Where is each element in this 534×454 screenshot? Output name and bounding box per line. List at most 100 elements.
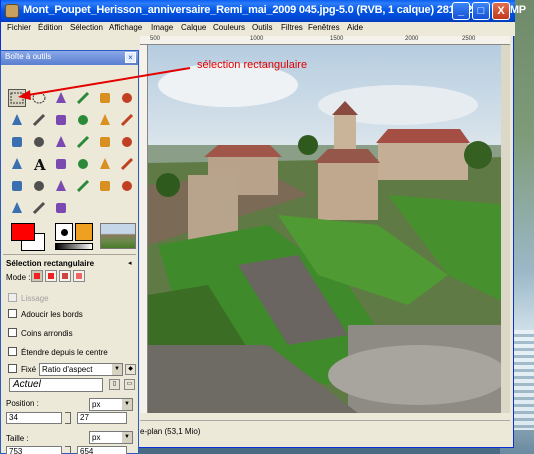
position-y-input[interactable]: 27 (77, 412, 127, 424)
bucket-fill-icon[interactable] (52, 155, 70, 173)
blur-icon[interactable] (8, 199, 26, 217)
position-unit-select[interactable]: px ▼ (89, 398, 133, 411)
rect-select-icon[interactable] (8, 89, 26, 107)
zoom-icon[interactable] (74, 111, 92, 129)
close-button[interactable]: X (492, 2, 510, 20)
menubar: Fichier Édition Sélection Affichage Imag… (1, 22, 515, 36)
menu-outils[interactable]: Outils (252, 23, 272, 32)
fuzzy-select-icon[interactable] (74, 89, 92, 107)
shear-icon[interactable] (96, 133, 114, 151)
annotation-label: sélection rectangulaire (197, 59, 308, 71)
gradient-preview[interactable] (55, 243, 93, 250)
image-canvas[interactable] (148, 45, 510, 413)
mode-add-button[interactable] (45, 270, 57, 282)
feather-checkbox[interactable]: Adoucir les bords (8, 309, 83, 319)
perspective-icon[interactable] (118, 133, 136, 151)
options-menu-icon[interactable]: ◂ (128, 259, 132, 267)
tool-options-title: Sélection rectangulaire (6, 259, 95, 268)
toolbox-close-button[interactable]: × (125, 52, 136, 63)
antialias-checkbox[interactable]: Lissage (8, 293, 49, 303)
size-unit-select[interactable]: px ▼ (89, 431, 133, 444)
maximize-button[interactable]: □ (472, 2, 490, 20)
svg-text:A: A (33, 156, 46, 172)
paths-icon[interactable] (30, 111, 48, 129)
blend-icon[interactable] (74, 155, 92, 173)
size-width-input[interactable]: 753 (6, 446, 62, 454)
position-label: Position : (6, 399, 39, 408)
brush-preview[interactable] (55, 223, 73, 241)
position-link-icon[interactable] (65, 412, 71, 424)
ellipse-select-icon[interactable] (30, 89, 48, 107)
ruler-tick: 2000 (405, 36, 419, 42)
menu-fenetres[interactable]: Fenêtres (308, 23, 340, 32)
menu-calque[interactable]: Calque (181, 23, 206, 32)
menu-fichier[interactable]: Fichier (7, 23, 31, 32)
smudge-icon[interactable] (30, 199, 48, 217)
foreground-color-swatch[interactable] (11, 223, 35, 241)
size-label: Taille : (6, 434, 29, 443)
status-bar: e-plan (53,1 Mio) (140, 420, 510, 440)
scale-icon[interactable] (74, 133, 92, 151)
pattern-preview[interactable] (75, 223, 93, 241)
color-picker-icon[interactable] (52, 111, 70, 129)
eraser-icon[interactable] (8, 177, 26, 195)
clone-icon[interactable] (74, 177, 92, 195)
position-x-input[interactable]: 34 (6, 412, 62, 424)
landscape-photo (148, 45, 510, 413)
vertical-ruler (140, 45, 148, 413)
window-title: Mont_Poupet_Herisson_anniversaire_Remi_m… (23, 4, 526, 16)
foreground-select-icon[interactable] (8, 111, 26, 129)
active-image-thumbnail[interactable] (100, 223, 136, 249)
portrait-icon[interactable]: ▯ (109, 379, 120, 390)
move-icon[interactable] (118, 111, 136, 129)
flip-icon[interactable] (8, 155, 26, 173)
mode-intersect-button[interactable] (73, 270, 85, 282)
divider (3, 254, 136, 255)
status-text: e-plan (53,1 Mio) (140, 427, 201, 436)
scissors-icon[interactable] (118, 89, 136, 107)
perspective-clone-icon[interactable] (118, 177, 136, 195)
expand-from-center-checkbox[interactable]: Étendre depuis le centre (8, 347, 108, 357)
ruler-tick: 500 (150, 36, 161, 42)
mode-subtract-button[interactable] (59, 270, 71, 282)
select-by-color-icon[interactable] (96, 89, 114, 107)
crop-icon[interactable] (30, 133, 48, 151)
ruler-tick: 1500 (330, 36, 344, 42)
pencil-icon[interactable] (96, 155, 114, 173)
ruler-tick: 1000 (250, 36, 264, 42)
horizontal-ruler: 500 1000 1500 2000 2500 (140, 36, 510, 45)
paintbrush-icon[interactable] (118, 155, 136, 173)
mode-label: Mode : (6, 273, 31, 282)
options-reset-icon[interactable]: ◆ (125, 364, 136, 375)
menu-affichage[interactable]: Affichage (109, 23, 142, 32)
gimp-app-icon (5, 4, 19, 18)
align-icon[interactable] (8, 133, 26, 151)
toolbox-title-bar[interactable]: Boîte à outils × (1, 51, 138, 65)
current-value-field[interactable]: Actuel (9, 378, 103, 392)
dodge-burn-icon[interactable] (52, 199, 70, 217)
landscape-icon[interactable]: ▭ (124, 379, 135, 390)
menu-image[interactable]: Image (151, 23, 173, 32)
rounded-corners-checkbox[interactable]: Coins arrondis (8, 328, 73, 338)
ink-icon[interactable] (52, 177, 70, 195)
menu-couleurs[interactable]: Couleurs (213, 23, 245, 32)
minimize-button[interactable]: _ (452, 2, 470, 20)
title-bar[interactable]: Mont_Poupet_Herisson_anniversaire_Remi_m… (1, 0, 526, 22)
size-height-input[interactable]: 654 (77, 446, 127, 454)
lasso-icon[interactable] (52, 89, 70, 107)
menu-edition[interactable]: Édition (38, 23, 62, 32)
vertical-scrollbar[interactable] (501, 45, 510, 413)
menu-selection[interactable]: Sélection (70, 23, 103, 32)
fixed-checkbox[interactable]: Fixé : (8, 364, 41, 374)
ruler-tick: 2500 (462, 36, 476, 42)
fixed-mode-select[interactable]: Ratio d'aspect ▼ (39, 363, 123, 376)
size-link-icon[interactable] (65, 446, 71, 454)
rotate-icon[interactable] (52, 133, 70, 151)
heal-icon[interactable] (96, 177, 114, 195)
airbrush-icon[interactable] (30, 177, 48, 195)
measure-icon[interactable] (96, 111, 114, 129)
mode-replace-button[interactable] (31, 270, 43, 282)
menu-filtres[interactable]: Filtres (281, 23, 303, 32)
text-icon[interactable]: A (30, 155, 48, 173)
menu-aide[interactable]: Aide (347, 23, 363, 32)
